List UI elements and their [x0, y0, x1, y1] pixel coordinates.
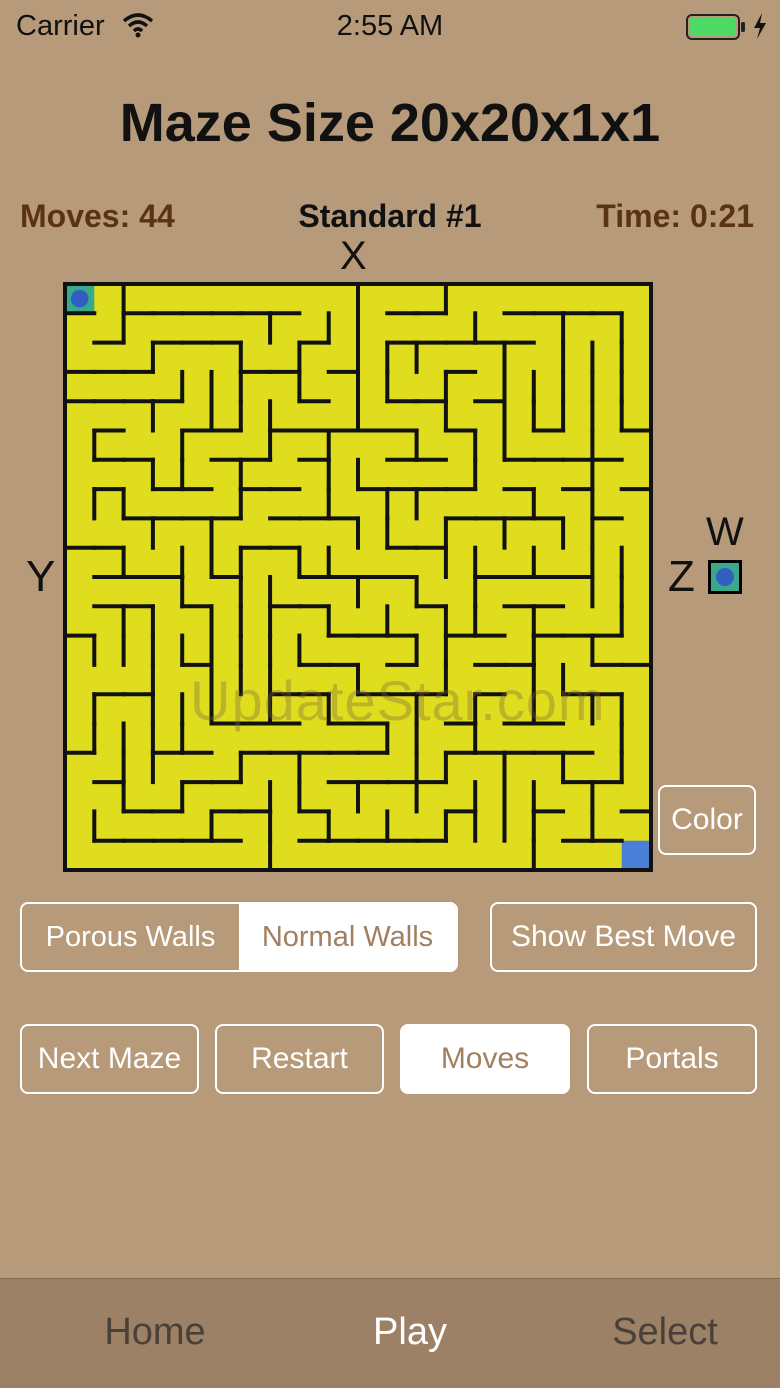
show-best-move-button[interactable]: Show Best Move — [490, 902, 757, 972]
tab-play[interactable]: Play — [315, 1311, 505, 1354]
tab-select[interactable]: Select — [570, 1311, 760, 1354]
axis-y-label: Y — [26, 552, 56, 601]
zw-player-dot — [716, 568, 734, 586]
timer: Time: 0:21 — [596, 198, 754, 234]
maze-size-title: Maze Size 20x20x1x1 — [119, 93, 661, 153]
normal-walls-segment[interactable]: Normal Walls — [239, 904, 456, 970]
maze-board[interactable] — [63, 282, 653, 872]
tab-home[interactable]: Home — [60, 1311, 250, 1354]
clock: 2:55 AM — [336, 10, 444, 42]
restart-button[interactable]: Restart — [215, 1024, 384, 1094]
wall-mode-segmented-control[interactable]: Porous Walls Normal Walls — [20, 902, 458, 972]
axis-x-label: X — [340, 234, 367, 278]
zw-position-indicator — [708, 560, 742, 594]
color-button[interactable]: Color — [658, 785, 756, 855]
portals-button[interactable]: Portals — [587, 1024, 757, 1094]
charging-bolt-icon — [752, 12, 768, 45]
moves-button[interactable]: Moves — [400, 1024, 570, 1094]
status-bar: Carrier 2:55 AM — [0, 0, 780, 52]
battery-icon — [686, 14, 746, 45]
tab-bar: Home Play Select — [0, 1278, 780, 1388]
axis-w-label: W — [706, 510, 744, 554]
goal-cell — [621, 840, 651, 870]
player-marker — [70, 289, 89, 308]
watermark: UpdateStar.com — [190, 669, 606, 732]
axis-z-label: Z — [668, 552, 695, 601]
porous-walls-segment[interactable]: Porous Walls — [22, 904, 239, 970]
next-maze-button[interactable]: Next Maze — [20, 1024, 199, 1094]
